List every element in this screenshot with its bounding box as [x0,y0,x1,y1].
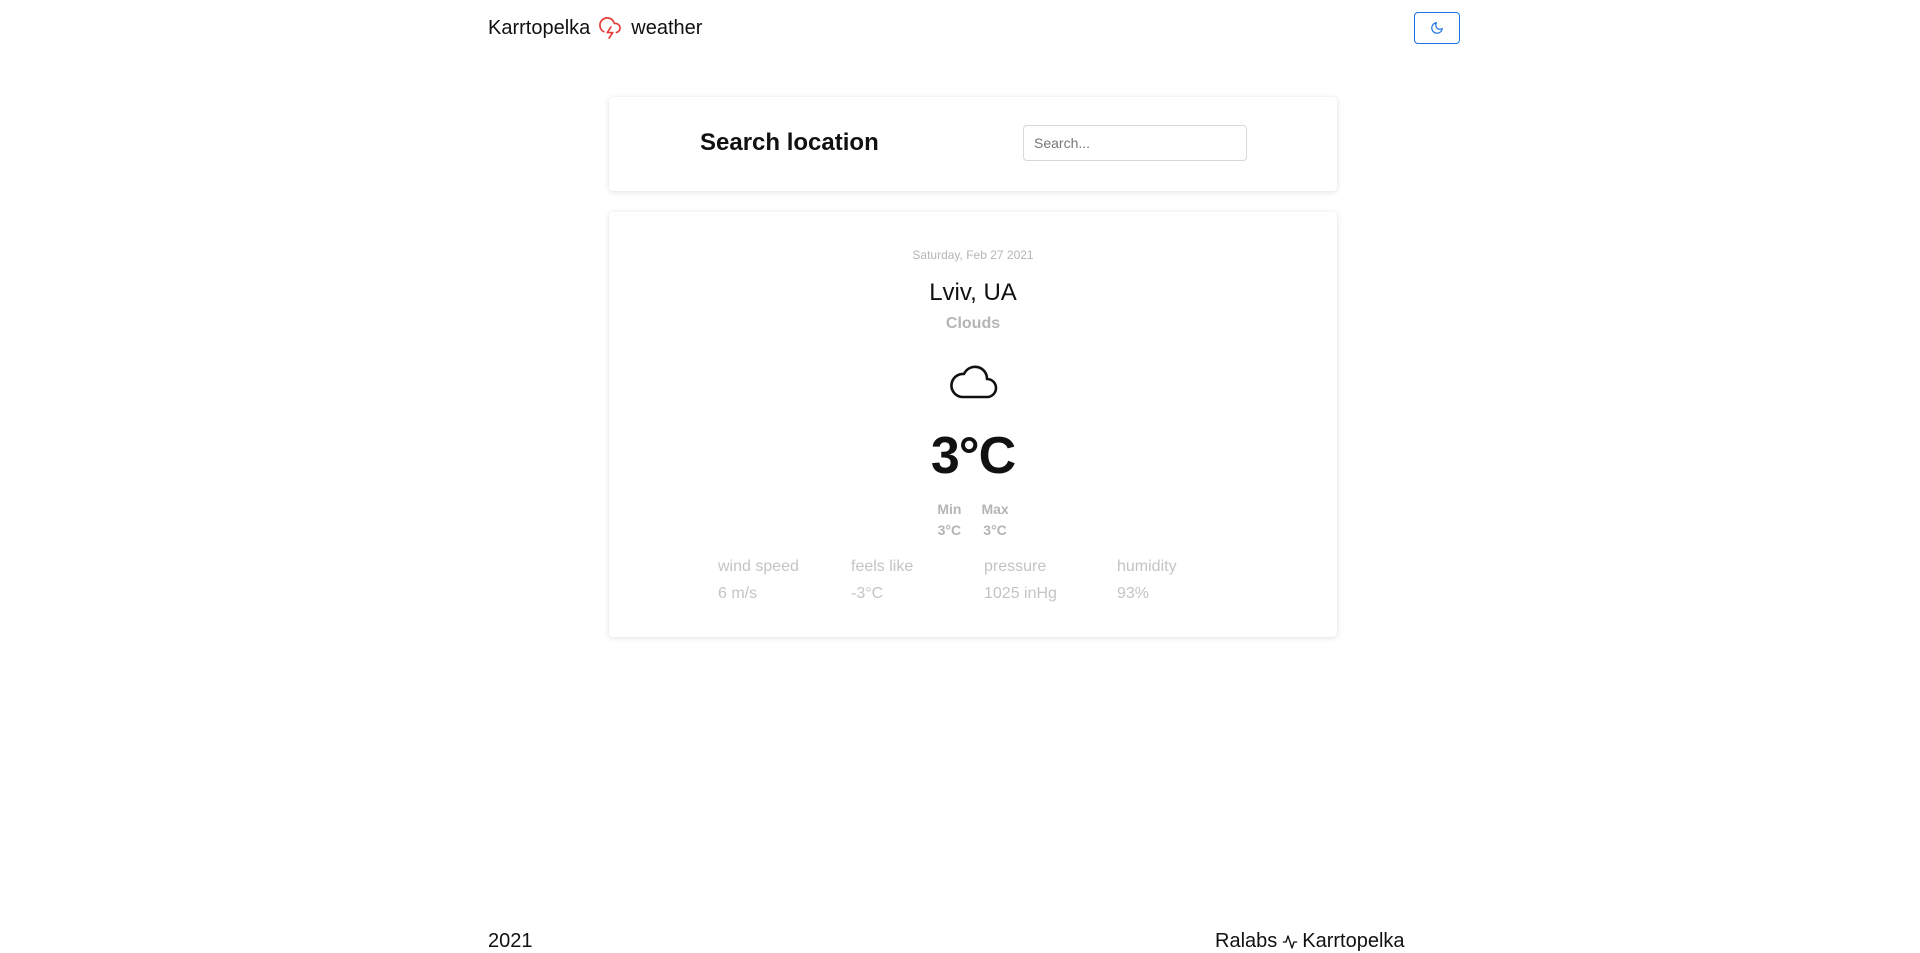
stat-label: pressure [984,558,1047,575]
app-header: Karrtopelka weather [488,12,1460,44]
weather-condition: Clouds [945,315,1001,332]
brand-suffix: weather [631,16,703,39]
stat-label: feels like [851,558,914,575]
min-value: 3°C [937,522,962,538]
min-temp: Min 3°C [937,499,961,541]
temperature: 3°C [930,427,1016,485]
weather-city: Lviv, UA [929,279,1017,306]
footer-brand[interactable]: Ralabs Karrtopelka [1215,930,1405,953]
stat-value: -3°C [851,585,884,602]
footer-company: Ralabs [1215,930,1278,952]
min-label: Min [937,501,962,517]
max-temp: Max 3°C [981,499,1008,541]
stat-value: 93% [1117,585,1150,602]
footer-brand-name: Karrtopelka [1302,930,1405,952]
footer-year: 2021 [488,930,533,952]
pulse-icon [1282,934,1298,950]
max-value: 3°C [983,522,1007,538]
min-max: Min 3°C Max 3°C [609,499,1337,541]
stat-value: 1025 inHg [984,585,1057,602]
brand-name: Karrtopelka [488,16,591,39]
stat-wind-speed: wind speed 6 m/s [718,553,851,607]
weather-stats: wind speed 6 m/s feels like -3°C pressur… [718,553,1250,607]
stat-value: 6 m/s [718,585,758,602]
max-label: Max [981,501,1009,517]
stat-feels-like: feels like -3°C [851,553,984,607]
moon-icon [1430,21,1444,35]
cloud-lightning-icon [599,17,622,39]
stat-label: wind speed [718,558,799,575]
weather-card: Saturday, Feb 27 2021 Lviv, UA Clouds 3°… [609,212,1337,637]
stat-pressure: pressure 1025 inHg [984,553,1117,607]
theme-toggle-button[interactable] [1414,12,1460,44]
search-input[interactable] [1023,125,1247,161]
search-title: Search location [700,129,879,156]
cloud-icon [949,360,999,400]
weather-date: Saturday, Feb 27 2021 [912,248,1034,262]
brand-logo[interactable]: Karrtopelka weather [488,17,702,40]
stat-label: humidity [1117,558,1177,575]
search-card: Search location [609,97,1337,191]
stat-humidity: humidity 93% [1117,553,1250,607]
